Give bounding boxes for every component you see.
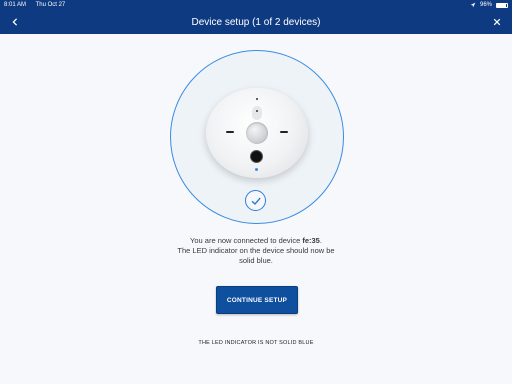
status-bar-right: 96% — [470, 2, 508, 8]
device-id: fe:35 — [302, 236, 320, 245]
back-button[interactable] — [3, 10, 27, 34]
message-line-1: You are now connected to device fe:35. — [150, 236, 362, 246]
device-dash-right — [280, 131, 288, 133]
checkmark-icon — [245, 190, 266, 211]
led-not-solid-link[interactable]: THE LED INDICATOR IS NOT SOLID BLUE — [156, 340, 356, 346]
device-camera — [250, 150, 263, 163]
header-bar: Device setup (1 of 2 devices) — [0, 10, 512, 34]
status-date: Thu Oct 27 — [35, 2, 66, 8]
device-image — [206, 88, 308, 178]
battery-percent: 96% — [479, 2, 492, 8]
location-icon — [470, 2, 476, 8]
chevron-left-icon — [12, 18, 18, 26]
connection-message: You are now connected to device fe:35. T… — [150, 236, 362, 266]
status-bar-left: 8:01 AM Thu Oct 27 — [4, 2, 73, 8]
device-button-slot — [252, 106, 262, 120]
device-dash-left — [226, 131, 234, 133]
device-led — [255, 168, 258, 171]
status-bar: 8:01 AM Thu Oct 27 96% — [0, 0, 512, 10]
device-dot — [256, 98, 258, 100]
message-prefix: You are now connected to device — [190, 236, 303, 245]
message-line-3: solid blue. — [239, 256, 273, 265]
message-suffix: . — [319, 236, 322, 245]
device-sensor — [246, 122, 268, 144]
continue-setup-button[interactable]: CONTINUE SETUP — [216, 286, 298, 314]
message-line-2: The LED indicator on the device should n… — [177, 246, 335, 255]
status-time: 8:01 AM — [4, 2, 27, 8]
device-dot — [256, 110, 258, 112]
close-button[interactable] — [485, 10, 509, 34]
check-glyph — [251, 197, 261, 205]
battery-icon — [496, 2, 508, 8]
page-title: Device setup (1 of 2 devices) — [191, 16, 321, 28]
close-icon — [493, 18, 501, 26]
